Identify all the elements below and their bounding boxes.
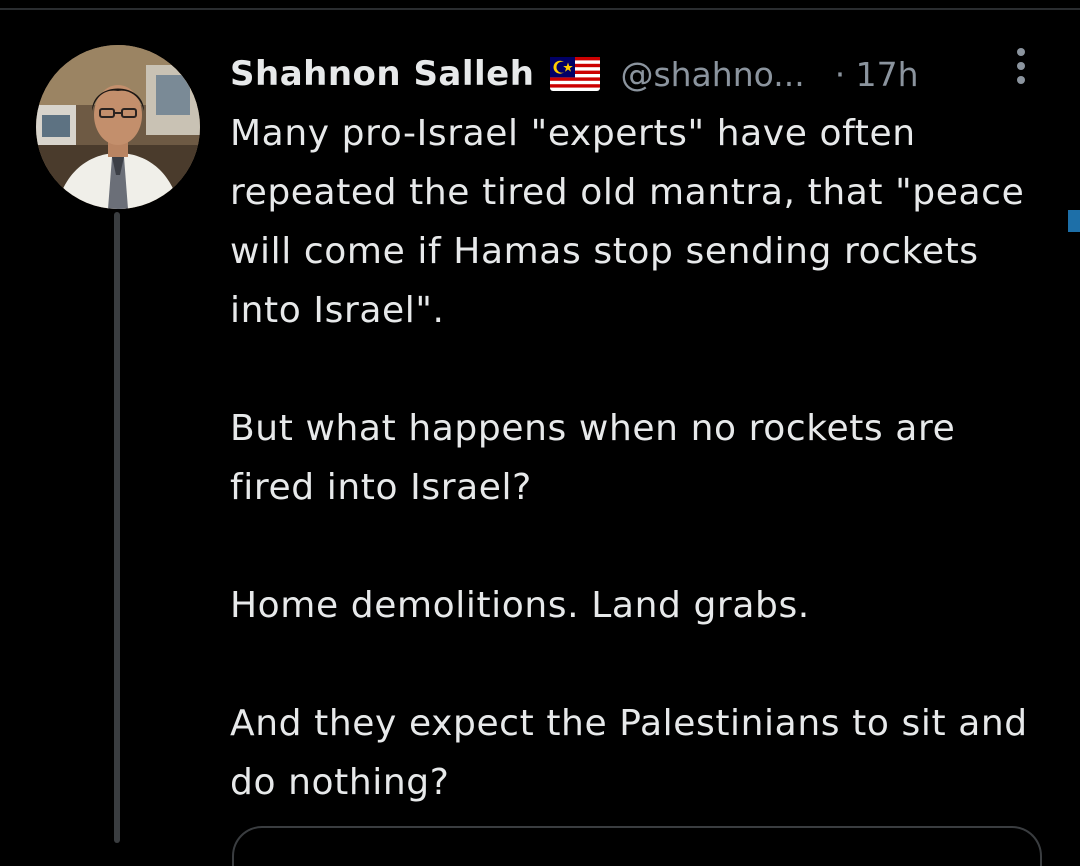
handle[interactable]: @shahno... (620, 55, 804, 94)
dot (1017, 48, 1025, 56)
vertical-ellipsis-icon[interactable] (1006, 44, 1036, 88)
tweet-paragraph: Home demolitions. Land grabs. (230, 585, 810, 626)
tweet-header: Shahnon Salleh @shahno... · 17h (230, 46, 1030, 102)
scroll-indicator (1068, 210, 1080, 232)
dot (1017, 76, 1025, 84)
malaysia-flag-icon (550, 57, 601, 91)
tweet-paragraph: Many pro-Israel "experts" have often rep… (230, 113, 1025, 331)
top-divider (0, 8, 1080, 10)
dot (1017, 62, 1025, 70)
tweet-paragraph: But what happens when no rockets are fir… (230, 408, 956, 508)
embedded-card[interactable] (232, 826, 1042, 866)
avatar[interactable] (36, 45, 200, 209)
tweet-paragraph: And they expect the Palestinians to sit … (230, 703, 1028, 803)
tweet-text: Many pro-Israel "experts" have often rep… (230, 104, 1050, 812)
thread-line (114, 212, 120, 843)
display-name[interactable]: Shahnon Salleh (230, 54, 534, 94)
profile-photo (36, 45, 200, 209)
timestamp[interactable]: · 17h (835, 55, 919, 94)
